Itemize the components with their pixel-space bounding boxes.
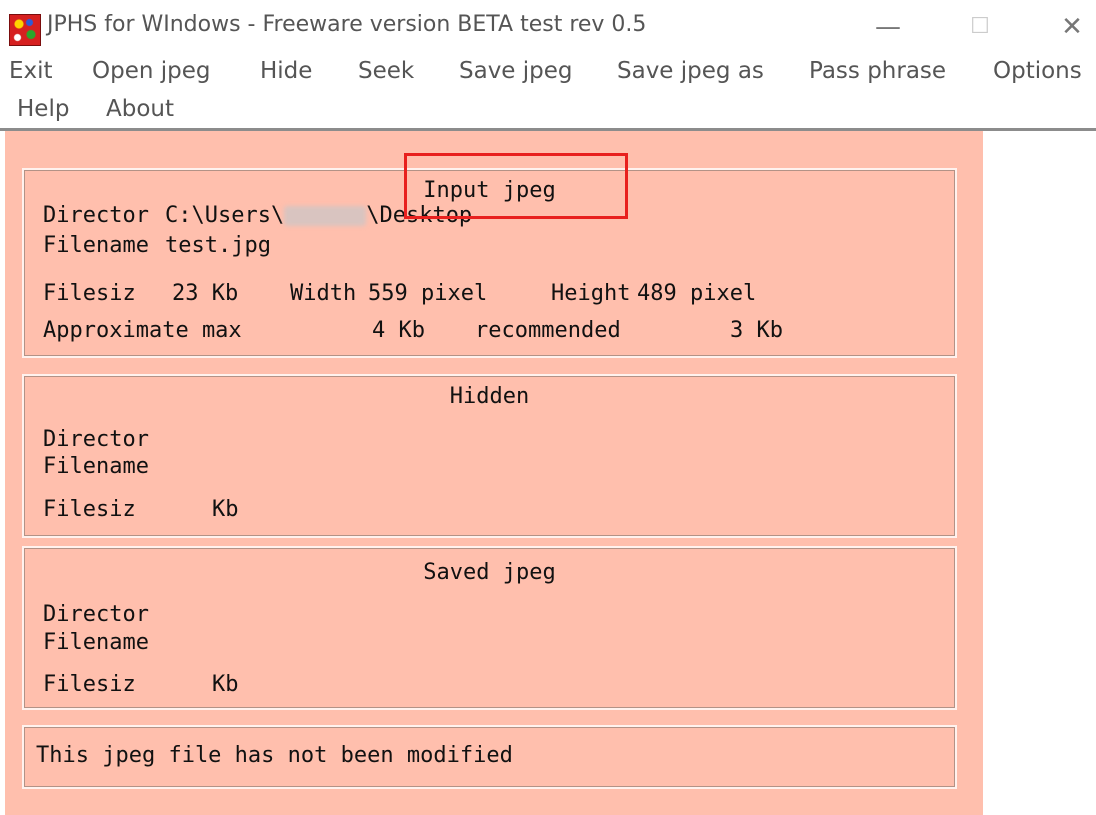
input-directory-label: Director xyxy=(43,203,149,228)
saved-jpeg-panel: Saved jpeg Director Filename Filesiz Kb xyxy=(22,546,957,710)
menu-about[interactable]: About xyxy=(106,96,174,122)
menu-hide[interactable]: Hide xyxy=(260,58,312,84)
hidden-filesize-label: Filesiz xyxy=(43,497,136,522)
approx-max-label: Approximate max xyxy=(43,318,242,343)
input-width-value: 559 pixel xyxy=(368,281,488,306)
approx-max-value: 4 Kb xyxy=(372,318,425,343)
redacted-username xyxy=(284,206,367,226)
status-panel: This jpeg file has not been modified xyxy=(22,725,957,789)
minimize-button[interactable]: — xyxy=(858,6,918,48)
maximize-button[interactable]: ☐ xyxy=(950,6,1010,48)
menu-open-jpeg[interactable]: Open jpeg xyxy=(92,58,210,84)
menu-pass-phrase[interactable]: Pass phrase xyxy=(809,58,946,84)
input-filesize-label: Filesiz xyxy=(43,281,136,306)
input-filename-label: Filename xyxy=(43,233,149,258)
input-width-label: Width xyxy=(290,281,357,306)
recommended-value: 3 Kb xyxy=(730,318,783,343)
status-message: This jpeg file has not been modified xyxy=(36,743,513,768)
menu-seek[interactable]: Seek xyxy=(358,58,414,84)
input-jpeg-heading: Input jpeg xyxy=(423,178,556,203)
saved-filename-label: Filename xyxy=(43,630,149,655)
hidden-panel: Hidden Director Filename Filesiz Kb xyxy=(22,374,957,538)
saved-filesize-unit: Kb xyxy=(212,672,239,697)
hidden-filename-label: Filename xyxy=(43,454,149,479)
menu-options[interactable]: Options xyxy=(993,58,1082,84)
menu-save-jpeg[interactable]: Save jpeg xyxy=(459,58,573,84)
hidden-heading: Hidden xyxy=(449,384,530,409)
menu-exit[interactable]: Exit xyxy=(9,58,53,84)
saved-directory-label: Director xyxy=(43,602,149,627)
input-directory-suffix: \Desktop xyxy=(366,203,473,228)
input-height-value: 489 pixel xyxy=(637,281,757,306)
window-title: JPHS for WIndows - Freeware version BETA… xyxy=(47,12,647,37)
title-bar: JPHS for WIndows - Freeware version BETA… xyxy=(0,0,1096,56)
menu-bar: Exit Open jpeg Hide Seek Save jpeg Save … xyxy=(0,56,1096,130)
input-filename-value: test.jpg xyxy=(165,233,271,258)
input-directory-value: C:\Users\ \Desktop xyxy=(165,203,472,228)
hidden-directory-label: Director xyxy=(43,427,149,452)
saved-jpeg-heading: Saved jpeg xyxy=(423,560,556,585)
hidden-filesize-unit: Kb xyxy=(212,497,239,522)
close-button[interactable]: ✕ xyxy=(1042,6,1096,48)
input-directory-prefix: C:\Users\ xyxy=(165,203,285,228)
client-area: Input jpeg Director C:\Users\ \Desktop Fi… xyxy=(5,131,983,815)
recommended-label: recommended xyxy=(475,318,621,343)
app-icon xyxy=(9,14,41,46)
input-filesize-value: 23 Kb xyxy=(172,281,239,306)
input-jpeg-panel: Input jpeg Director C:\Users\ \Desktop Fi… xyxy=(22,168,957,358)
menu-save-jpeg-as[interactable]: Save jpeg as xyxy=(617,58,764,84)
menu-help[interactable]: Help xyxy=(17,96,69,122)
saved-filesize-label: Filesiz xyxy=(43,672,136,697)
input-height-label: Height xyxy=(551,281,631,306)
